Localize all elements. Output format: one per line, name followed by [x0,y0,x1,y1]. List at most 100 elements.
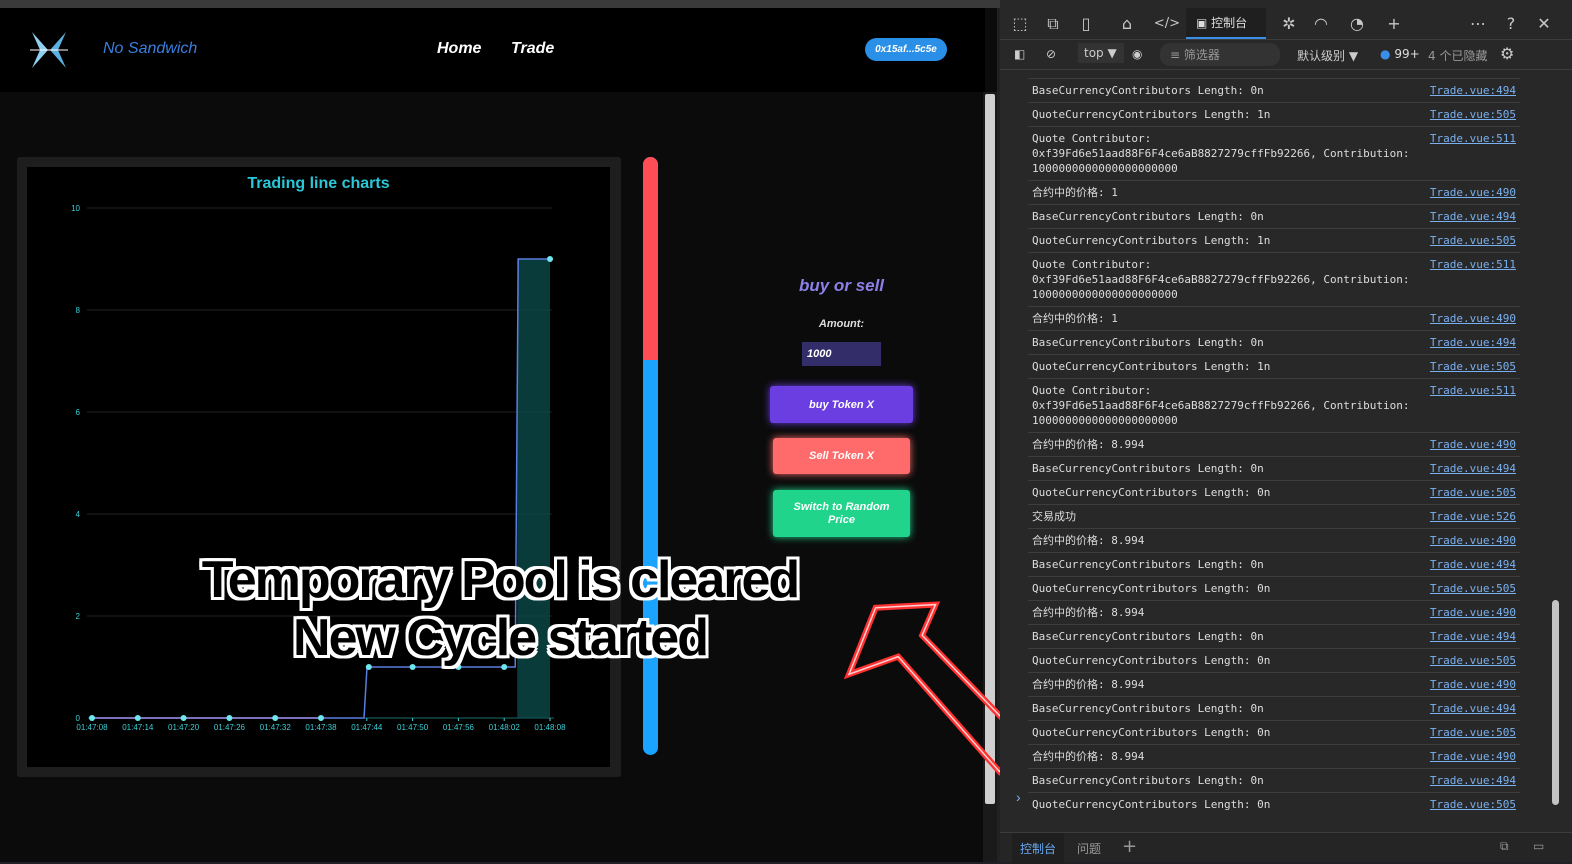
dock-drawer-icon[interactable]: ⧉ [1500,839,1509,854]
source-link[interactable]: Trade.vue:511 [1428,383,1516,398]
y-tick-label: 4 [76,510,81,519]
source-link[interactable]: Trade.vue:505 [1428,653,1516,668]
wifi-icon[interactable]: ◠ [1309,14,1333,34]
sell-token-button[interactable]: Sell Token X [773,438,910,474]
navbar: No Sandwich Home Trade 0x15af...5c5e [0,8,985,92]
undock-icon[interactable]: ▭ [1533,839,1544,853]
source-link[interactable]: Trade.vue:490 [1428,185,1516,200]
source-link[interactable]: Trade.vue:505 [1428,581,1516,596]
console-message: 合约中的价格: 8.994 [1032,438,1145,451]
help-icon[interactable]: ? [1499,14,1523,34]
console-row: BaseCurrencyContributors Length: 0n Trade… [1028,624,1520,648]
nav-home[interactable]: Home [437,40,497,58]
amount-input[interactable] [802,342,881,366]
console-row: 合约中的价格: 1 Trade.vue:490 [1028,180,1520,204]
console-row: QuoteCurrencyContributors Length: 1n Trad… [1028,102,1520,126]
console-row: 合约中的价格: 8.994 Trade.vue:490 [1028,744,1520,768]
console-message: QuoteCurrencyContributors Length: 1n [1032,360,1271,373]
source-link[interactable]: Trade.vue:490 [1428,533,1516,548]
drawer-add-icon[interactable]: + [1122,836,1137,857]
logo-x-icon[interactable] [28,30,70,70]
source-link[interactable]: Trade.vue:505 [1428,359,1516,374]
console-row: BaseCurrencyContributors Length: 0n Trade… [1028,78,1520,102]
source-link[interactable]: Trade.vue:494 [1428,335,1516,350]
console-scrollbar-thumb[interactable] [1552,600,1559,805]
source-link[interactable]: Trade.vue:494 [1428,701,1516,716]
settings-gear-icon[interactable]: ⚙ [1500,44,1514,63]
message-count[interactable]: ● 99+ [1380,47,1420,61]
source-link[interactable]: Trade.vue:490 [1428,437,1516,452]
bug-icon[interactable]: ✲ [1277,14,1301,34]
source-link[interactable]: Trade.vue:494 [1428,461,1516,476]
brand-name[interactable]: No Sandwich [103,40,233,58]
random-price-button[interactable]: Switch to Random Price [773,490,910,537]
source-link[interactable]: Trade.vue:494 [1428,629,1516,644]
source-link[interactable]: Trade.vue:490 [1428,749,1516,764]
x-tick-label: 01:48:02 [489,723,521,732]
source-link[interactable]: Trade.vue:526 [1428,509,1516,524]
log-level-select[interactable]: 默认级别 ▼ [1297,47,1358,64]
console-message: BaseCurrencyContributors Length: 0n [1032,630,1264,643]
source-link[interactable]: Trade.vue:490 [1428,605,1516,620]
source-link[interactable]: Trade.vue:505 [1428,725,1516,740]
filter-placeholder: 筛选器 [1183,48,1220,62]
message-icon: ● [1380,47,1391,61]
dock-icon[interactable]: ▯ [1074,14,1098,34]
console-row: QuoteCurrencyContributors Length: 0n Trad… [1028,792,1520,816]
console-message: BaseCurrencyContributors Length: 0n [1032,84,1264,97]
source-link[interactable]: Trade.vue:511 [1428,131,1516,146]
more-icon[interactable]: ⋯ [1466,14,1490,34]
live-expression-icon[interactable]: ◉ [1132,47,1142,61]
source-link[interactable]: Trade.vue:494 [1428,773,1516,788]
console-row: QuoteCurrencyContributors Length: 0n Trad… [1028,648,1520,672]
home-icon[interactable]: ⌂ [1115,14,1139,34]
device-emulation-icon[interactable]: ⧉ [1041,14,1065,34]
performance-icon[interactable]: ◔ [1345,14,1369,34]
drawer-tab-console[interactable]: 控制台 [1012,833,1065,864]
source-link[interactable]: Trade.vue:505 [1428,107,1516,122]
console-message: BaseCurrencyContributors Length: 0n [1032,210,1264,223]
console-scrollbar[interactable] [1549,72,1563,827]
source-link[interactable]: Trade.vue:505 [1428,233,1516,248]
source-link[interactable]: Trade.vue:505 [1428,485,1516,500]
console-message: BaseCurrencyContributors Length: 0n [1032,702,1264,715]
x-tick-label: 01:48:08 [534,723,566,732]
elements-icon[interactable]: </> [1152,14,1182,34]
data-point [547,256,553,262]
caption-line-2: New Cycle started [293,609,709,667]
console-row: 合约中的价格: 8.994 Trade.vue:490 [1028,528,1520,552]
x-tick-label: 01:47:08 [76,723,108,732]
console-message: BaseCurrencyContributors Length: 0n [1032,558,1264,571]
source-link[interactable]: Trade.vue:505 [1428,797,1516,812]
clear-console-icon[interactable]: ⊘ [1046,47,1056,61]
close-icon[interactable]: ✕ [1532,14,1556,34]
console-row: BaseCurrencyContributors Length: 0n Trade… [1028,552,1520,576]
caption-line-1: Temporary Pool is cleared [201,551,800,609]
context-select[interactable]: top ▼ [1078,43,1124,63]
balance-red-segment [643,157,658,361]
console-row: BaseCurrencyContributors Length: 0n Trade… [1028,696,1520,720]
source-link[interactable]: Trade.vue:511 [1428,257,1516,272]
buy-token-button[interactable]: buy Token X [770,386,913,423]
inspect-icon[interactable]: ⬚ [1008,14,1032,34]
source-link[interactable]: Trade.vue:494 [1428,209,1516,224]
sidebar-toggle-icon[interactable]: ◧ [1014,47,1025,61]
devtools-panel: ⬚ ⧉ ▯ ⌂ </> ▣ 控制台 ✲ ◠ ◔ + ⋯ ? ✕ ◧ ⊘ top … [1000,0,1572,864]
wallet-button[interactable]: 0x15af...5c5e [865,38,947,61]
source-link[interactable]: Trade.vue:490 [1428,311,1516,326]
filter-input[interactable]: ≡ 筛选器 [1160,43,1280,66]
console-message: QuoteCurrencyContributors Length: 1n [1032,108,1271,121]
console-tab-label: 控制台 [1211,16,1248,30]
drawer-tab-issues[interactable]: 问题 [1077,840,1101,857]
console-prompt-icon[interactable]: › [1016,789,1026,805]
log-level-value: 默认级别 [1297,49,1346,63]
data-point [134,715,141,721]
tab-console[interactable]: ▣ 控制台 [1186,8,1266,39]
console-row: BaseCurrencyContributors Length: 0n Trade… [1028,330,1520,354]
add-tool-icon[interactable]: + [1382,14,1406,34]
source-link[interactable]: Trade.vue:490 [1428,677,1516,692]
source-link[interactable]: Trade.vue:494 [1428,557,1516,572]
console-message: 合约中的价格: 8.994 [1032,750,1145,763]
nav-trade[interactable]: Trade [511,40,571,58]
source-link[interactable]: Trade.vue:494 [1428,83,1516,98]
